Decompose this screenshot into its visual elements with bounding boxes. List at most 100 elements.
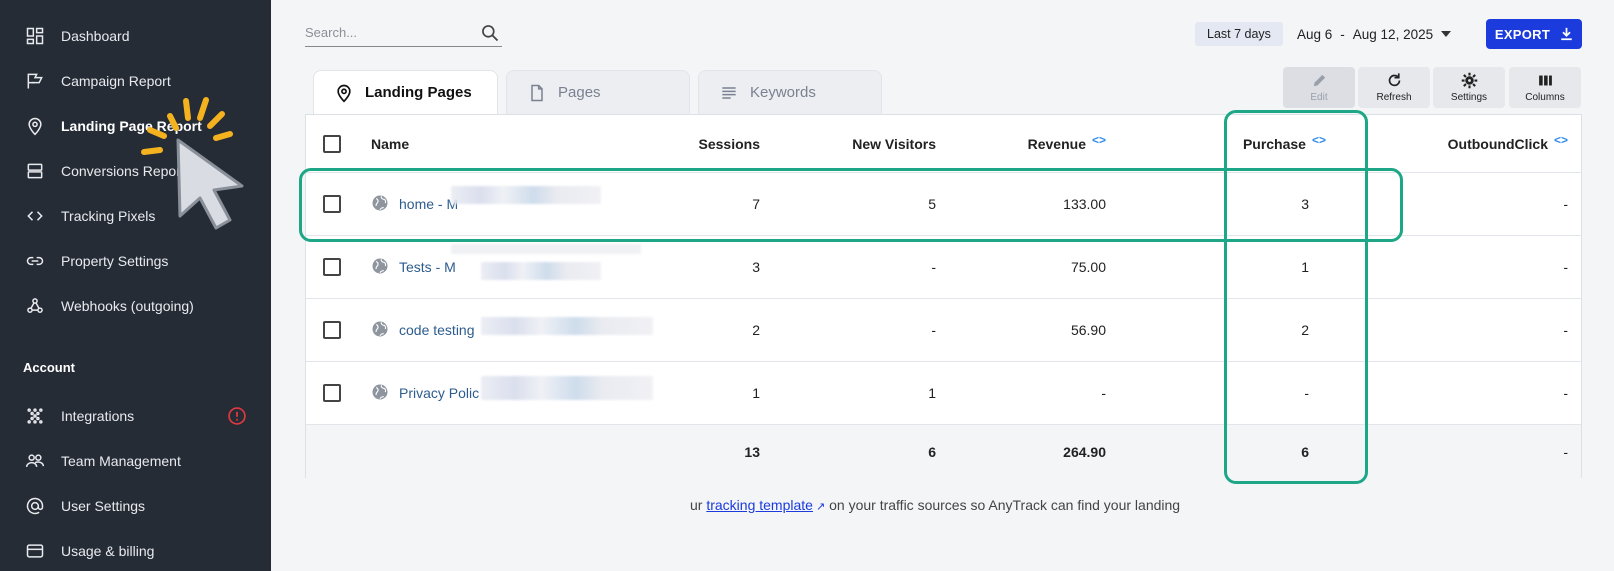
edit-button[interactable]: Edit xyxy=(1283,67,1355,108)
link-icon xyxy=(24,250,46,272)
total-outboundclick: - xyxy=(1563,443,1568,460)
date-start: Aug 6 xyxy=(1297,26,1333,42)
row-checkbox[interactable] xyxy=(323,173,341,235)
footnote-text: ur tracking template ↗ on your traffic s… xyxy=(690,497,1181,513)
tab-landing-pages[interactable]: Landing Pages xyxy=(313,70,498,114)
sidebar-item-conversions-report[interactable]: Conversions Repor xyxy=(0,151,271,191)
sidebar-item-landing-page-report[interactable]: Landing Page Report xyxy=(0,106,271,146)
sidebar-item-user-settings[interactable]: User Settings xyxy=(0,486,271,526)
outboundclick-cell: - xyxy=(1563,385,1568,401)
row-checkbox[interactable] xyxy=(323,236,341,298)
search-box[interactable] xyxy=(305,20,502,47)
date-preset-chip[interactable]: Last 7 days xyxy=(1195,22,1283,46)
revenue-cell: 75.00 xyxy=(1070,259,1106,275)
at-icon xyxy=(24,495,46,517)
row-checkbox[interactable] xyxy=(323,362,341,424)
table-totals-row: 13 6 264.90 6 - xyxy=(306,425,1581,478)
sidebar-item-label: User Settings xyxy=(61,498,146,514)
code-brackets-icon[interactable]: <> xyxy=(1312,133,1326,147)
purchase-cell: 2 xyxy=(1301,322,1309,338)
date-range-selector[interactable]: Aug 6 - Aug 12, 2025 xyxy=(1297,22,1452,46)
sidebar: Dashboard Campaign Report Landing Page R… xyxy=(0,0,271,571)
sessions-cell: 1 xyxy=(752,385,760,401)
tab-pages[interactable]: Pages xyxy=(506,70,690,114)
column-header-purchase[interactable]: Purchase <> xyxy=(1206,115,1326,172)
sidebar-item-tracking-pixels[interactable]: Tracking Pixels xyxy=(0,196,271,236)
sidebar-item-label: Usage & billing xyxy=(61,543,155,559)
sidebar-item-dashboard[interactable]: Dashboard xyxy=(0,16,271,56)
sidebar-item-label: Tracking Pixels xyxy=(61,208,156,224)
search-icon[interactable] xyxy=(480,23,500,43)
sidebar-item-property-settings[interactable]: Property Settings xyxy=(0,241,271,281)
tab-label: Keywords xyxy=(750,84,816,101)
column-header-revenue[interactable]: Revenue <> xyxy=(966,115,1106,172)
landing-pages-table: Name Sessions New Visitors Revenue <> Pur… xyxy=(305,114,1582,478)
code-brackets-icon[interactable]: <> xyxy=(1554,133,1568,147)
table-row[interactable]: code testing 2 - 56.90 2 - xyxy=(306,299,1581,362)
select-all-checkbox[interactable] xyxy=(323,115,341,172)
tracking-template-link[interactable]: tracking template xyxy=(706,497,813,513)
date-separator: - xyxy=(1340,26,1345,42)
page-name-link[interactable]: Privacy Polic xyxy=(399,385,479,401)
sessions-cell: 7 xyxy=(752,196,760,212)
flag-icon xyxy=(24,70,46,92)
row-checkbox[interactable] xyxy=(323,299,341,361)
sidebar-item-team-management[interactable]: Team Management xyxy=(0,441,271,481)
sessions-cell: 2 xyxy=(752,322,760,338)
column-header-name[interactable]: Name xyxy=(371,115,409,172)
page-name-link[interactable]: home - M xyxy=(399,196,458,212)
table-row[interactable]: Privacy Polic 1 1 - - - xyxy=(306,362,1581,425)
column-header-outboundclick[interactable]: OutboundClick <> xyxy=(1386,115,1568,172)
total-sessions: 13 xyxy=(744,443,760,460)
new-visitors-cell: - xyxy=(931,322,936,338)
globe-icon xyxy=(371,383,389,404)
tab-label: Landing Pages xyxy=(365,84,472,101)
sessions-cell: 3 xyxy=(752,259,760,275)
outboundclick-cell: - xyxy=(1563,259,1568,275)
row-name-cell[interactable]: code testing xyxy=(371,299,475,361)
total-purchase: 6 xyxy=(1301,443,1309,460)
table-row[interactable]: Tests - M 3 - 75.00 1 - xyxy=(306,236,1581,299)
sidebar-item-usage-billing[interactable]: Usage & billing xyxy=(0,531,271,571)
sidebar-item-label: Property Settings xyxy=(61,253,169,269)
export-label: EXPORT xyxy=(1494,26,1551,42)
search-input[interactable] xyxy=(305,20,475,44)
row-name-cell[interactable]: home - M xyxy=(371,173,458,235)
account-section-label: Account xyxy=(23,360,75,375)
settings-button[interactable]: Settings xyxy=(1433,67,1505,108)
team-icon xyxy=(24,450,46,472)
refresh-button[interactable]: Refresh xyxy=(1358,67,1430,108)
tab-label: Pages xyxy=(558,84,601,101)
columns-icon xyxy=(1538,75,1552,86)
new-visitors-cell: - xyxy=(931,259,936,275)
sidebar-item-webhooks[interactable]: Webhooks (outgoing) xyxy=(0,286,271,326)
page-name-link[interactable]: code testing xyxy=(399,322,475,338)
credit-card-icon xyxy=(24,540,46,562)
integrations-icon xyxy=(24,405,46,427)
purchase-cell: 1 xyxy=(1301,259,1309,275)
chevron-down-icon xyxy=(1441,31,1452,37)
settings-label: Settings xyxy=(1450,92,1488,103)
pencil-icon xyxy=(1313,74,1325,87)
table-row[interactable]: home - M 7 5 133.00 3 - xyxy=(306,173,1581,236)
sidebar-item-label: Team Management xyxy=(61,453,181,469)
row-name-cell[interactable]: Tests - M xyxy=(371,236,456,298)
location-pin-icon xyxy=(337,84,351,103)
edit-label: Edit xyxy=(1310,92,1328,103)
columns-label: Columns xyxy=(1525,92,1565,103)
sidebar-item-integrations[interactable]: Integrations xyxy=(0,396,271,436)
export-button[interactable]: EXPORT xyxy=(1486,19,1582,49)
purchase-cell: - xyxy=(1304,385,1309,401)
column-header-new-visitors[interactable]: New Visitors xyxy=(806,115,936,172)
redacted-region xyxy=(451,186,601,204)
row-name-cell[interactable]: Privacy Polic xyxy=(371,362,479,424)
page-name-link[interactable]: Tests - M xyxy=(399,259,456,275)
sidebar-item-campaign-report[interactable]: Campaign Report xyxy=(0,61,271,101)
refresh-label: Refresh xyxy=(1376,92,1412,103)
revenue-cell: - xyxy=(1101,385,1106,401)
tab-keywords[interactable]: Keywords xyxy=(698,70,882,114)
download-icon xyxy=(1561,27,1572,41)
code-brackets-icon[interactable]: <> xyxy=(1092,133,1106,147)
columns-button[interactable]: Columns xyxy=(1509,67,1581,108)
column-header-sessions[interactable]: Sessions xyxy=(606,115,760,172)
